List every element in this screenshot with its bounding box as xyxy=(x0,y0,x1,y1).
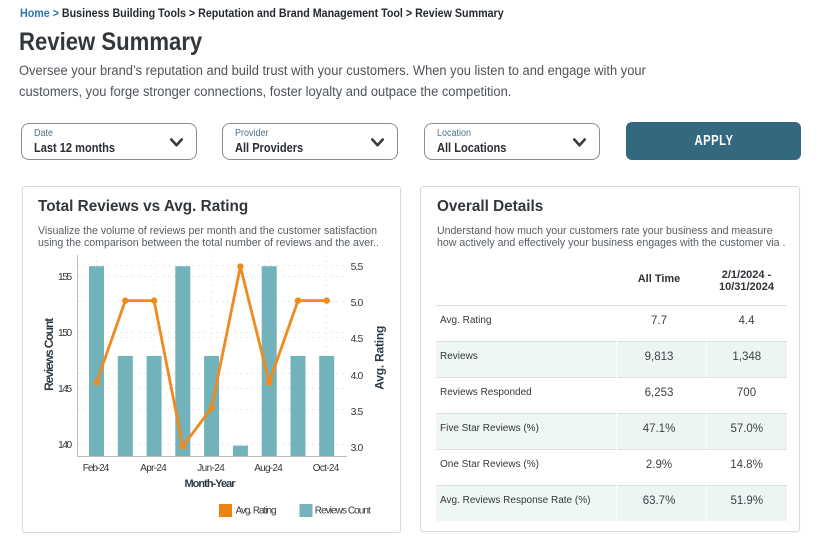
svg-text:Reviews Count: Reviews Count xyxy=(42,318,56,391)
svg-text:Apr-24: Apr-24 xyxy=(140,463,167,474)
svg-text:Feb-24: Feb-24 xyxy=(83,463,110,474)
svg-text:4.5: 4.5 xyxy=(351,334,364,345)
svg-text:150: 150 xyxy=(58,328,72,339)
svg-text:Reviews Count: Reviews Count xyxy=(315,506,371,517)
svg-text:Avg. Rating: Avg. Rating xyxy=(236,506,277,517)
svg-text:Aug-24: Aug-24 xyxy=(254,463,283,474)
svg-text:Jun-24: Jun-24 xyxy=(197,463,225,474)
svg-text:4.0: 4.0 xyxy=(351,371,364,382)
svg-text:140: 140 xyxy=(58,440,72,451)
svg-text:145: 145 xyxy=(58,384,72,395)
svg-text:5.0: 5.0 xyxy=(351,298,364,309)
svg-text:Avg. Rating: Avg. Rating xyxy=(373,326,387,390)
svg-text:5.5: 5.5 xyxy=(351,262,364,273)
svg-text:3.5: 3.5 xyxy=(351,407,364,418)
svg-text:Oct-24: Oct-24 xyxy=(313,463,340,474)
svg-text:Month-Year: Month-Year xyxy=(185,478,237,490)
svg-text:3.0: 3.0 xyxy=(351,443,364,454)
svg-text:155: 155 xyxy=(58,272,72,283)
